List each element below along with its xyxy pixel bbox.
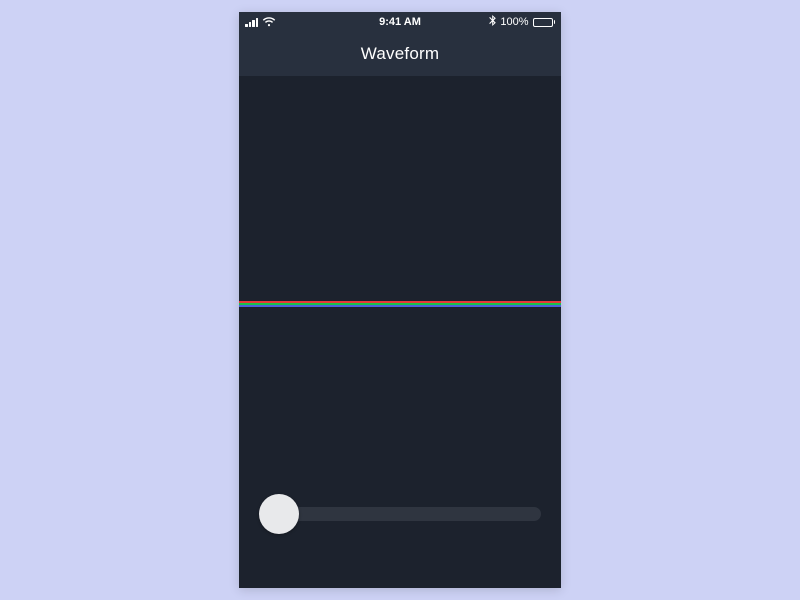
phone-frame: 9:41 AM 100% Waveform xyxy=(239,12,561,588)
cellular-signal-icon xyxy=(245,17,258,27)
status-bar: 9:41 AM 100% xyxy=(239,12,561,32)
status-left xyxy=(245,17,276,27)
battery-icon xyxy=(533,18,556,27)
nav-bar: Waveform xyxy=(239,32,561,76)
waveform-display xyxy=(239,301,561,307)
battery-percent-label: 100% xyxy=(500,16,528,28)
page-title: Waveform xyxy=(361,44,439,64)
amplitude-slider[interactable] xyxy=(259,494,541,534)
content-area xyxy=(239,76,561,588)
slider-thumb[interactable] xyxy=(259,494,299,534)
status-time: 9:41 AM xyxy=(379,16,421,28)
wifi-icon xyxy=(262,17,276,27)
status-right: 100% xyxy=(489,15,555,29)
slider-track xyxy=(279,507,541,521)
waveform-line xyxy=(239,305,561,307)
bluetooth-icon xyxy=(489,15,496,29)
